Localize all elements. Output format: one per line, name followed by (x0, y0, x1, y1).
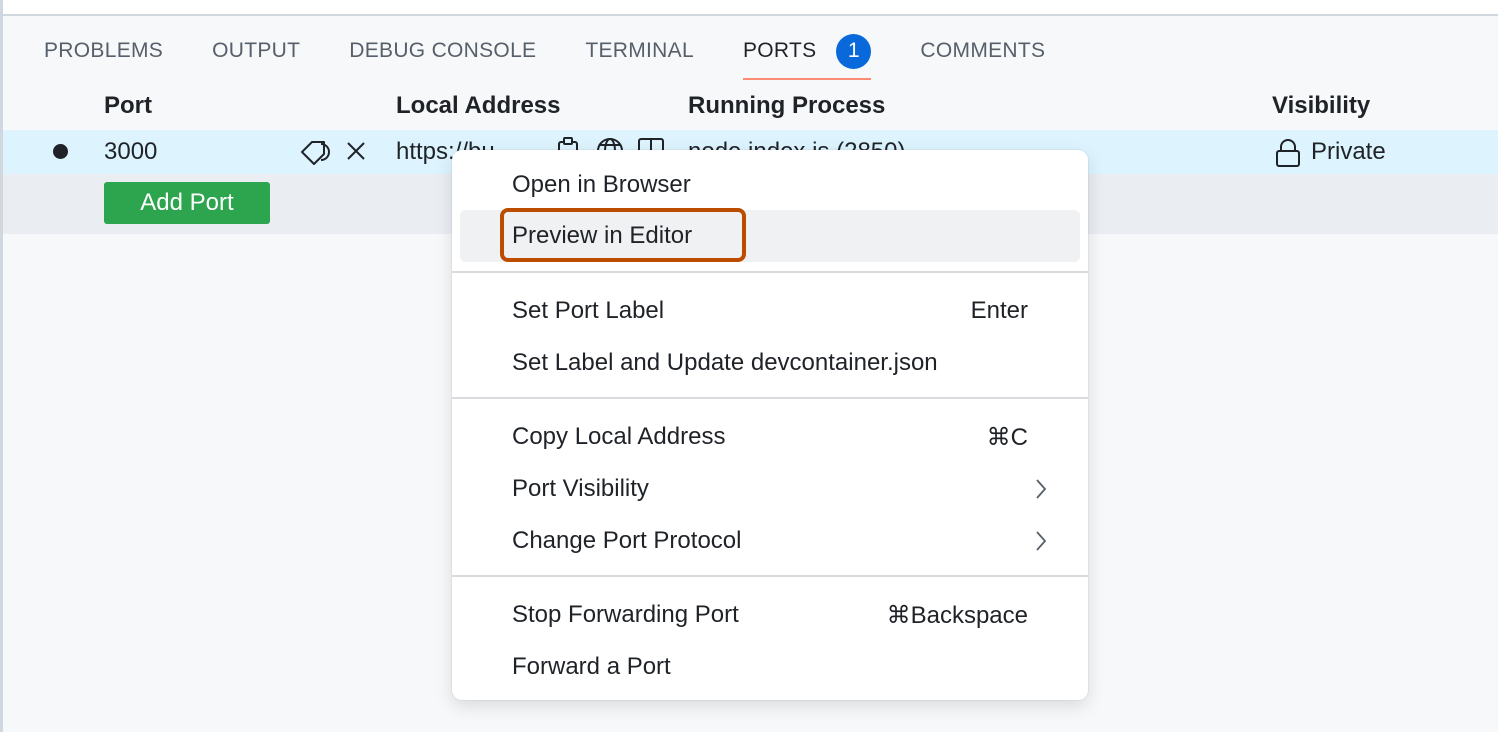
editor-area-edge (0, 0, 1498, 16)
tab-terminal[interactable]: TERMINAL (585, 36, 694, 76)
tab-ports[interactable]: PORTS 1 (742, 33, 872, 80)
column-header-port[interactable]: Port (104, 92, 152, 120)
menu-item-open-in-browser[interactable]: Open in Browser (460, 159, 1080, 211)
menu-item-shortcut: ⌘C (986, 423, 1028, 451)
context-menu: Open in Browser Preview in Editor Set Po… (452, 150, 1088, 700)
menu-item-label: Forward a Port (512, 653, 671, 680)
menu-item-preview-in-editor[interactable]: Preview in Editor (460, 208, 1080, 262)
tab-comments[interactable]: COMMENTS (920, 36, 1045, 76)
menu-item-label: Change Port Protocol (512, 527, 742, 554)
panel-tabs: PROBLEMS OUTPUT DEBUG CONSOLE TERMINAL P… (44, 33, 1094, 80)
menu-item-label: Preview in Editor (512, 222, 693, 249)
menu-item-shortcut: ⌘Backspace (886, 601, 1028, 629)
tag-icon[interactable] (299, 138, 333, 171)
menu-item-label: Set Label and Update devcontainer.json (512, 349, 938, 376)
tab-output[interactable]: OUTPUT (212, 36, 300, 76)
menu-separator (452, 397, 1088, 399)
tab-label: PROBLEMS (44, 39, 164, 62)
chevron-right-icon (1034, 478, 1048, 507)
tab-label: OUTPUT (212, 39, 301, 62)
menu-item-port-visibility[interactable]: Port Visibility (460, 463, 1080, 515)
chevron-right-icon (1034, 530, 1048, 559)
tab-label: TERMINAL (585, 39, 694, 62)
menu-item-shortcut: Enter (970, 297, 1028, 324)
close-icon[interactable] (345, 140, 367, 167)
add-port-button[interactable]: Add Port (104, 182, 270, 224)
ports-count-badge: 1 (836, 33, 872, 69)
tab-label: DEBUG CONSOLE (349, 39, 537, 62)
port-number: 3000 (104, 138, 158, 165)
tab-debug-console[interactable]: DEBUG CONSOLE (349, 36, 536, 76)
tab-problems[interactable]: PROBLEMS (44, 36, 163, 76)
menu-item-change-port-protocol[interactable]: Change Port Protocol (460, 515, 1080, 567)
tab-label: PORTS (742, 39, 817, 62)
menu-item-stop-forwarding-port[interactable]: Stop Forwarding Port ⌘Backspace (460, 589, 1080, 641)
menu-item-label: Port Visibility (512, 475, 649, 502)
column-header-local-address[interactable]: Local Address (396, 92, 561, 120)
menu-item-label: Open in Browser (512, 171, 691, 198)
visibility-value[interactable]: Private (1311, 138, 1386, 166)
menu-item-set-port-label[interactable]: Set Port Label Enter (460, 285, 1080, 337)
lock-icon (1275, 138, 1301, 173)
menu-item-forward-a-port[interactable]: Forward a Port (460, 641, 1080, 693)
column-header-running-process[interactable]: Running Process (688, 92, 885, 120)
menu-item-label: Stop Forwarding Port (512, 601, 739, 628)
menu-item-label: Copy Local Address (512, 423, 726, 450)
ports-table-header: Port Local Address Running Process Visib… (0, 88, 1498, 128)
menu-item-set-label-update-devcontainer[interactable]: Set Label and Update devcontainer.json (460, 337, 1080, 389)
tab-label: COMMENTS (920, 39, 1046, 62)
column-header-visibility[interactable]: Visibility (1272, 92, 1370, 120)
menu-separator (452, 271, 1088, 273)
menu-separator (452, 575, 1088, 577)
menu-item-copy-local-address[interactable]: Copy Local Address ⌘C (460, 411, 1080, 463)
menu-item-label: Set Port Label (512, 297, 665, 324)
running-dot-icon (53, 144, 68, 159)
